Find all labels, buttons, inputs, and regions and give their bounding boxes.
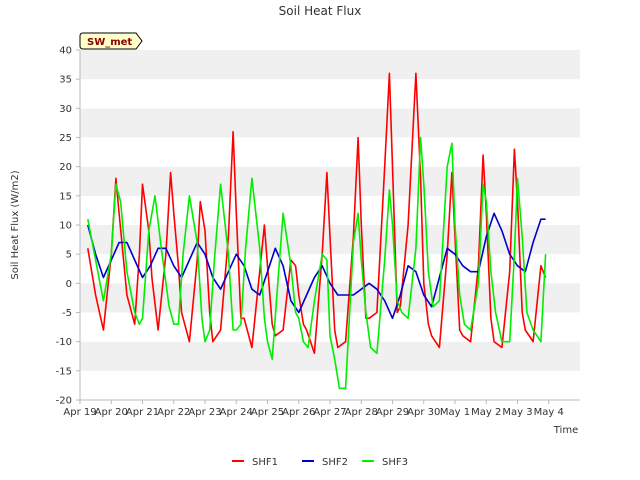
y-tick-label: 20 [59, 162, 72, 173]
legend-label-shf1: SHF1 [252, 457, 278, 468]
legend-label-shf2: SHF2 [322, 457, 348, 468]
y-tick-label: 35 [59, 75, 72, 86]
x-tick-label: Apr 27 [313, 407, 346, 418]
grid-band [80, 341, 580, 371]
legend: SHF1 SHF2 SHF3 [232, 457, 408, 468]
x-tick-label: May 1 [440, 407, 470, 418]
y-tick-label: -5 [62, 308, 72, 319]
x-tick-label: May 4 [534, 407, 564, 418]
grid-band [80, 370, 580, 400]
grid-band [80, 166, 580, 196]
legend-label-shf3: SHF3 [382, 457, 408, 468]
site-tag: SW_met [79, 32, 143, 50]
x-tick-label: May 3 [502, 407, 532, 418]
grid-band [80, 108, 580, 138]
x-tick-label: Apr 24 [220, 407, 253, 418]
soil-heat-flux-chart: -20 -15 -10 -5 0 5 10 15 20 25 30 35 40 Apr 19Apr 20… [10, 4, 580, 468]
x-tick-label: Apr 30 [407, 407, 440, 418]
x-tick-label: Apr 19 [63, 407, 96, 418]
y-tick-label: 5 [66, 250, 72, 261]
x-axis-title: Time [553, 425, 578, 436]
grid-band [80, 50, 580, 80]
y-tick-label: -10 [56, 337, 72, 348]
y-tick-label: 40 [59, 46, 72, 57]
x-axis-ticks: Apr 19Apr 20Apr 21Apr 22Apr 23Apr 24Apr … [63, 400, 564, 418]
x-tick-label: Apr 25 [251, 407, 284, 418]
chart-title: Soil Heat Flux [279, 4, 362, 18]
grid-band [80, 137, 580, 167]
x-tick-label: Apr 21 [126, 407, 159, 418]
y-tick-label: 0 [66, 279, 72, 290]
y-tick-label: -15 [56, 366, 72, 377]
x-tick-label: Apr 29 [376, 407, 409, 418]
x-tick-label: Apr 23 [188, 407, 221, 418]
y-axis-ticks: -20 -15 -10 -5 0 5 10 15 20 25 30 35 40 [56, 46, 80, 407]
y-tick-label: 10 [59, 221, 72, 232]
y-tick-label: 15 [59, 191, 72, 202]
grid-band [80, 254, 580, 284]
x-tick-label: Apr 28 [345, 407, 378, 418]
x-tick-label: Apr 22 [157, 407, 190, 418]
x-tick-label: Apr 20 [95, 407, 128, 418]
site-tag-label: SW_met [87, 37, 132, 48]
x-tick-label: Apr 26 [282, 407, 315, 418]
y-tick-label: 25 [59, 133, 72, 144]
y-tick-label: 30 [59, 104, 72, 115]
y-tick-label: -20 [56, 396, 72, 407]
grid-band [80, 79, 580, 109]
y-axis-title: Soil Heat Flux (W/m2) [10, 170, 21, 279]
x-tick-label: May 2 [471, 407, 501, 418]
